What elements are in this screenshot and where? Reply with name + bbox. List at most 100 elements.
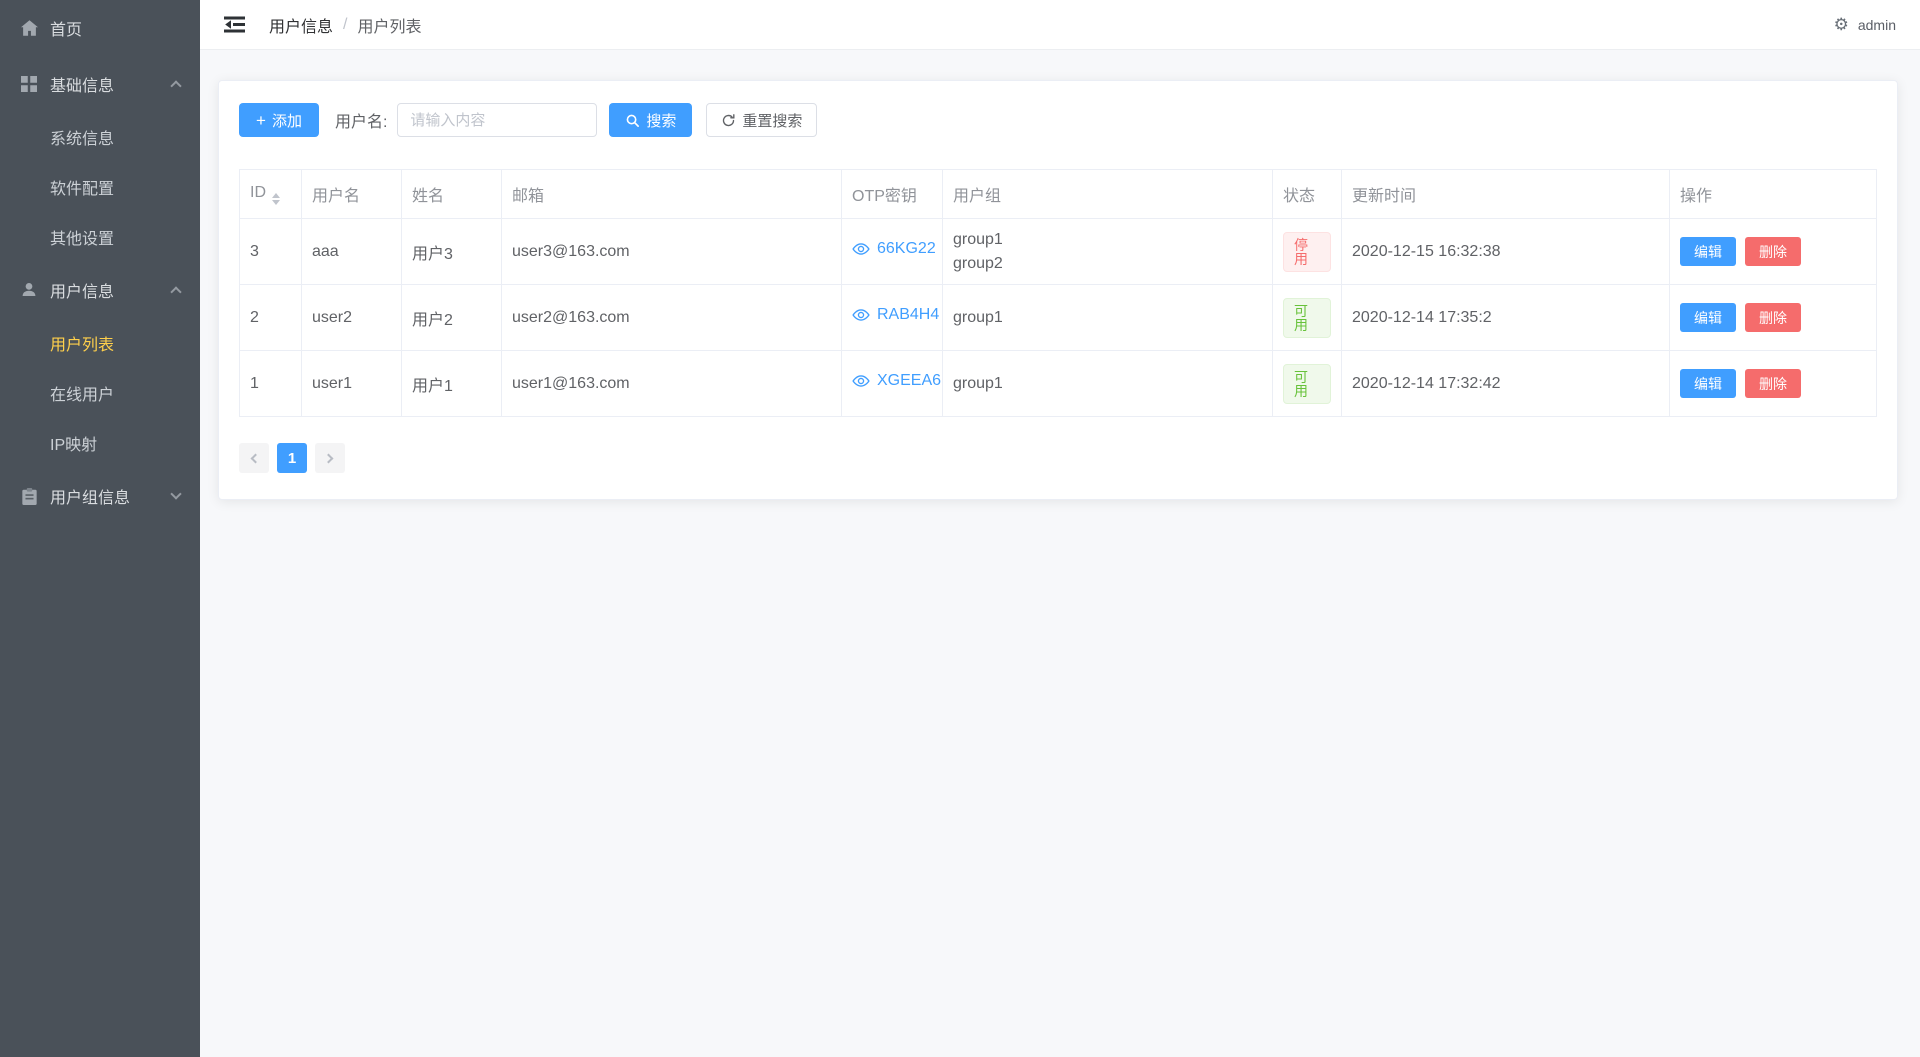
- sidebar-subitem-2-0[interactable]: 用户列表: [0, 318, 200, 368]
- cell-otp: XGEEA6: [841, 350, 943, 417]
- table-row: 2 user2 用户2 user2@163.com RAB4H4 group1 可用 2020…: [239, 284, 1877, 351]
- cell-updated: 2020-12-15 16:32:38: [1341, 218, 1670, 285]
- search-icon: [625, 113, 640, 128]
- edit-button[interactable]: 编辑: [1680, 237, 1736, 266]
- eye-icon: [852, 240, 870, 258]
- username-field-label: 用户名:: [334, 114, 388, 131]
- cell-username: aaa: [301, 218, 402, 285]
- page-content: + 添加 用户名: 搜索: [200, 50, 1920, 1057]
- cell-otp: RAB4H4: [841, 284, 943, 351]
- cell-otp: 66KG22: [841, 218, 943, 285]
- column-header-用户名: 用户名: [301, 169, 402, 219]
- cell-id: 3: [239, 218, 302, 285]
- home-icon: [20, 19, 38, 37]
- sidebar-item-2[interactable]: 用户信息: [0, 262, 200, 318]
- column-header-更新时间: 更新时间: [1341, 169, 1670, 219]
- cell-status: 可用: [1272, 350, 1342, 417]
- breadcrumb-item-current: 用户列表: [357, 18, 422, 36]
- grid-icon: [20, 75, 38, 93]
- sidebar-subitem-1-2[interactable]: 其他设置: [0, 212, 200, 262]
- refresh-icon: [721, 113, 736, 128]
- username-search-input[interactable]: [397, 103, 598, 137]
- sidebar-item-label: 用户组信息: [50, 490, 131, 507]
- pagination-next-button[interactable]: [315, 443, 345, 473]
- topbar: 用户信息 / 用户列表 ⚙ admin: [200, 0, 1920, 50]
- table-row: 3 aaa 用户3 user3@163.com 66KG22 group1 group2 停用…: [239, 218, 1877, 285]
- user-list-card: + 添加 用户名: 搜索: [218, 80, 1898, 500]
- reset-search-button[interactable]: 重置搜索: [706, 103, 818, 137]
- status-badge: 可用: [1283, 363, 1331, 404]
- delete-button[interactable]: 删除: [1745, 369, 1801, 398]
- add-button[interactable]: + 添加: [239, 103, 319, 137]
- otp-secret-link[interactable]: RAB4H4: [852, 306, 939, 324]
- cell-email: user1@163.com: [501, 350, 842, 417]
- users-table-header: ID 用户名 姓名 邮箱 OTP密钥 用户组 状态 更新时间 操作: [239, 169, 1877, 219]
- table-row: 1 user1 用户1 user1@163.com XGEEA6 group1 可用 2020…: [239, 350, 1877, 417]
- sort-caret-icon[interactable]: [272, 192, 280, 205]
- group-name: group2: [953, 254, 1003, 272]
- sidebar-item-label: 用户信息: [50, 284, 115, 301]
- sidebar-subitem-1-1[interactable]: 软件配置: [0, 162, 200, 212]
- breadcrumb-separator: /: [343, 15, 348, 33]
- sidebar-subitem-2-1[interactable]: 在线用户: [0, 368, 200, 418]
- column-header-姓名: 姓名: [401, 169, 502, 219]
- breadcrumb-item-parent[interactable]: 用户信息: [269, 13, 333, 37]
- search-button-label: 搜索: [646, 112, 677, 130]
- cell-updated: 2020-12-14 17:35:2: [1341, 284, 1670, 351]
- eye-icon: [852, 306, 870, 324]
- breadcrumb: 用户信息 / 用户列表: [269, 13, 421, 37]
- reset-search-button-label: 重置搜索: [742, 112, 803, 130]
- cell-status: 停用: [1272, 218, 1342, 285]
- toolbar: + 添加 用户名: 搜索: [239, 103, 1877, 137]
- sidebar: 首页基础信息系统信息 软件配置 其他设置用户信息用户列表 在线用户 IP映射用户组信息: [0, 0, 200, 1057]
- column-header-ID[interactable]: ID: [239, 169, 302, 219]
- main-area: 用户信息 / 用户列表 ⚙ admin + 添加 用户名: 请输入内容 搜索 重…: [200, 0, 1920, 1057]
- cell-actions: 编辑 删除: [1669, 218, 1877, 285]
- status-badge: 停用: [1283, 231, 1331, 272]
- delete-button[interactable]: 删除: [1745, 237, 1801, 266]
- cell-name: 用户3: [401, 218, 502, 285]
- column-header-邮箱: 邮箱: [501, 169, 842, 219]
- edit-button[interactable]: 编辑: [1680, 303, 1736, 332]
- sidebar-item-3[interactable]: 用户组信息: [0, 468, 200, 524]
- column-header-用户组: 用户组: [942, 169, 1273, 219]
- sidebar-subitem-1-0[interactable]: 系统信息: [0, 112, 200, 162]
- column-header-操作: 操作: [1669, 169, 1877, 219]
- cell-name: 用户1: [401, 350, 502, 417]
- group-name: group1: [953, 230, 1003, 248]
- pagination-page-1[interactable]: 1: [277, 443, 307, 473]
- pagination: 1: [239, 443, 1877, 473]
- sidebar-fold-icon[interactable]: [224, 15, 245, 34]
- chevron-up-icon: [170, 286, 182, 298]
- column-header-OTP密钥: OTP密钥: [841, 169, 943, 219]
- otp-secret-link[interactable]: XGEEA6: [852, 372, 941, 390]
- current-user-label: admin: [1857, 16, 1896, 33]
- otp-secret-link[interactable]: 66KG22: [852, 240, 936, 258]
- cell-username: user1: [301, 350, 402, 417]
- sidebar-item-1[interactable]: 基础信息: [0, 56, 200, 112]
- sidebar-item-0[interactable]: 首页: [0, 0, 200, 56]
- delete-button[interactable]: 删除: [1745, 303, 1801, 332]
- search-button[interactable]: 搜索: [609, 103, 693, 137]
- cell-id: 1: [239, 350, 302, 417]
- eye-icon: [852, 372, 870, 390]
- chevron-left-icon: [250, 453, 261, 463]
- group-name: group1: [953, 374, 1003, 392]
- cell-actions: 编辑 删除: [1669, 350, 1877, 417]
- cell-actions: 编辑 删除: [1669, 284, 1877, 351]
- cell-groups: group1 group2: [942, 218, 1273, 285]
- status-badge: 可用: [1283, 297, 1331, 338]
- sidebar-item-label: 基础信息: [50, 78, 115, 95]
- clipboard-icon: [20, 487, 38, 505]
- cell-updated: 2020-12-14 17:32:42: [1341, 350, 1670, 417]
- user-menu[interactable]: ⚙ admin: [1834, 16, 1896, 33]
- user-icon: [20, 281, 38, 299]
- cell-groups: group1: [942, 350, 1273, 417]
- cell-username: user2: [301, 284, 402, 351]
- sidebar-subitem-2-2[interactable]: IP映射: [0, 418, 200, 468]
- cell-email: user3@163.com: [501, 218, 842, 285]
- pagination-prev-button[interactable]: [239, 443, 269, 473]
- cell-name: 用户2: [401, 284, 502, 351]
- add-button-label: 添加: [271, 112, 302, 130]
- edit-button[interactable]: 编辑: [1680, 369, 1736, 398]
